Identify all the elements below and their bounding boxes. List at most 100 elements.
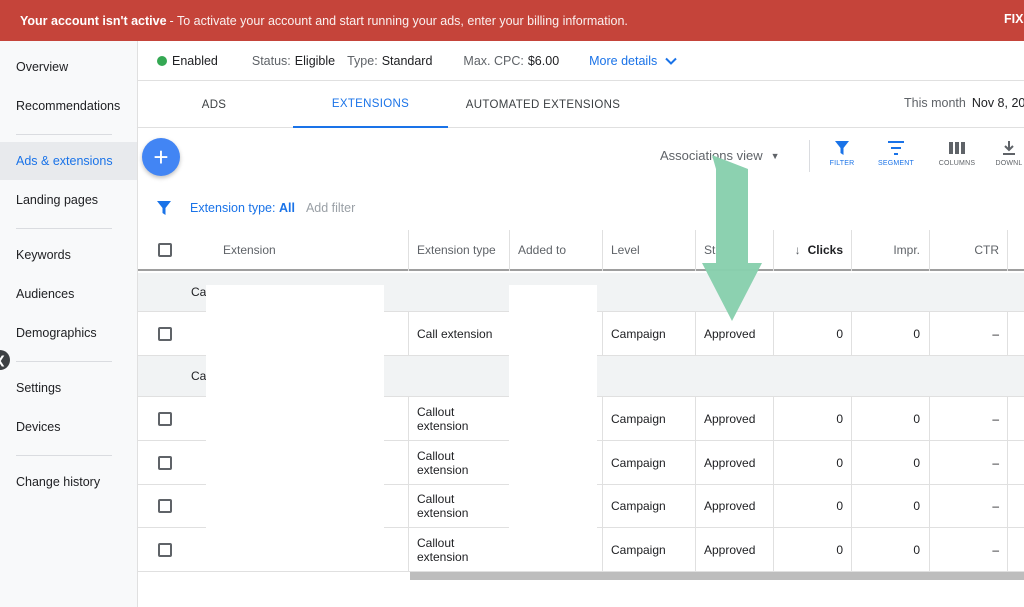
checkbox[interactable] xyxy=(158,242,172,257)
filter-label: FILTER xyxy=(829,160,855,167)
date-range-value: Nov 8, 20 xyxy=(971,96,1024,110)
add-extension-button[interactable]: + xyxy=(142,138,180,176)
cell-level: Campaign xyxy=(611,411,666,426)
sidebar-item-ads-extensions[interactable]: Ads & extensions xyxy=(0,142,137,180)
segment-button[interactable]: SEGMENT xyxy=(871,140,921,176)
select-all-checkbox[interactable] xyxy=(158,230,172,269)
column-divider xyxy=(602,312,603,356)
column-header-clicks-label: Clicks xyxy=(807,242,843,257)
checkbox[interactable] xyxy=(158,411,172,426)
column-divider xyxy=(851,312,852,356)
more-details-button[interactable]: More details xyxy=(589,54,677,68)
cell-status: Approved xyxy=(704,455,756,470)
column-divider xyxy=(851,485,852,528)
cell-level: Campaign xyxy=(611,499,666,513)
column-divider xyxy=(929,397,930,441)
redacted-added-to-column xyxy=(509,285,597,571)
cell-level: Campaign xyxy=(611,542,666,557)
cell-extension-type: Call extension xyxy=(417,326,493,341)
column-divider xyxy=(773,441,774,485)
extension-type-filter-chip[interactable]: Extension type: All xyxy=(190,201,295,215)
fix-button[interactable]: FIX xyxy=(1004,12,1024,26)
column-header-extension[interactable]: Extension xyxy=(223,230,276,269)
cell-clicks: 0 xyxy=(836,499,843,513)
status-value: Eligible xyxy=(294,53,336,68)
toolbar-divider xyxy=(809,140,810,172)
extension-type-filter-label: Extension type: xyxy=(190,201,276,215)
column-header-added-to[interactable]: Added to xyxy=(518,230,566,269)
checkbox[interactable] xyxy=(158,455,172,470)
column-divider xyxy=(773,397,774,441)
column-divider xyxy=(1007,312,1008,356)
campaign-status-bar: Enabled Status: Eligible Type: Standard … xyxy=(138,41,1024,81)
tab-extensions[interactable]: EXTENSIONS xyxy=(293,81,448,128)
column-divider xyxy=(695,528,696,572)
cell-level: Campaign xyxy=(611,326,666,341)
column-divider xyxy=(602,397,603,441)
column-header-level[interactable]: Level xyxy=(611,230,640,269)
checkbox[interactable] xyxy=(158,542,172,557)
column-divider xyxy=(695,397,696,441)
column-header-clicks[interactable]: ↓ Clicks xyxy=(790,230,843,269)
filter-icon xyxy=(157,201,171,215)
filter-button[interactable]: FILTER xyxy=(817,140,867,176)
cell-impressions: 0 xyxy=(913,455,920,470)
download-button[interactable]: DOWNL xyxy=(994,140,1024,176)
column-divider xyxy=(1007,230,1008,271)
column-header-extension-type[interactable]: Extension type xyxy=(417,230,496,269)
column-header-ctr[interactable]: CTR xyxy=(946,230,999,269)
column-divider xyxy=(851,397,852,441)
sidebar-item-devices[interactable]: Devices xyxy=(0,408,137,446)
cell-clicks: 0 xyxy=(836,326,843,341)
sidebar-divider xyxy=(16,361,112,362)
cell-clicks: 0 xyxy=(836,455,843,470)
sidebar-item-recommendations[interactable]: Recommendations xyxy=(0,87,137,125)
horizontal-scrollbar[interactable] xyxy=(410,572,1024,580)
cell-extension-type: Callout extension xyxy=(417,535,469,564)
checkbox[interactable] xyxy=(158,326,172,341)
columns-button[interactable]: COLUMNS xyxy=(932,140,982,176)
tab-ads[interactable]: ADS xyxy=(166,81,262,128)
row-checkbox[interactable] xyxy=(158,312,172,355)
filter-bar: Extension type: All Add filter xyxy=(138,190,1024,226)
group-label: Ca xyxy=(191,369,207,383)
row-checkbox[interactable] xyxy=(158,441,172,484)
tab-automated-extensions[interactable]: AUTOMATED EXTENSIONS xyxy=(458,81,628,128)
chevron-left-icon[interactable]: ❮ xyxy=(0,350,10,370)
row-checkbox[interactable] xyxy=(158,528,172,571)
cell-impressions: 0 xyxy=(913,499,920,513)
column-divider xyxy=(1007,441,1008,485)
type-label: Type: xyxy=(347,53,378,68)
column-divider xyxy=(929,230,930,271)
sidebar: Overview Recommendations Ads & extension… xyxy=(0,41,138,607)
row-checkbox[interactable] xyxy=(158,397,172,440)
sidebar-item-landing-pages[interactable]: Landing pages xyxy=(0,181,137,219)
sidebar-item-overview[interactable]: Overview xyxy=(0,48,137,86)
enabled-status[interactable]: Enabled xyxy=(172,54,218,68)
annotation-arrow-icon xyxy=(702,155,762,321)
add-filter-button[interactable]: Add filter xyxy=(306,201,355,215)
column-divider xyxy=(408,230,409,271)
column-divider xyxy=(602,230,603,271)
download-icon xyxy=(1003,141,1015,155)
column-divider xyxy=(602,528,603,572)
date-range-picker[interactable]: This month Nov 8, 20 xyxy=(904,96,1024,110)
cell-impressions: 0 xyxy=(913,326,920,341)
column-divider xyxy=(509,230,510,271)
checkbox[interactable] xyxy=(158,499,172,513)
date-range-label: This month xyxy=(904,96,966,110)
cell-impressions: 0 xyxy=(913,411,920,426)
sidebar-item-audiences[interactable]: Audiences xyxy=(0,275,137,313)
cell-status: Approved xyxy=(704,542,756,557)
column-divider xyxy=(929,441,930,485)
sidebar-item-keywords[interactable]: Keywords xyxy=(0,236,137,274)
cell-extension-type: Callout extension xyxy=(417,404,469,433)
column-header-impressions[interactable]: Impr. xyxy=(868,230,920,269)
download-label: DOWNL xyxy=(995,160,1023,167)
sidebar-item-demographics[interactable]: Demographics xyxy=(0,314,137,352)
row-checkbox[interactable] xyxy=(158,485,172,527)
sidebar-item-change-history[interactable]: Change history xyxy=(0,463,137,501)
sidebar-item-settings[interactable]: Settings xyxy=(0,369,137,407)
column-divider xyxy=(851,230,852,271)
column-divider xyxy=(408,397,409,441)
